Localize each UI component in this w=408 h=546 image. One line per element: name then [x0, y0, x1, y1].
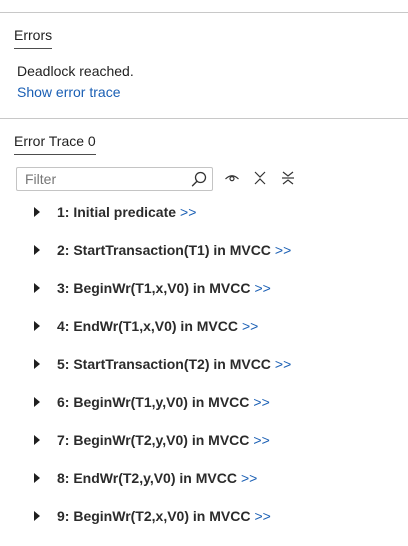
trace-item[interactable]: 9: BeginWr(T2,x,V0) in MVCC >> [0, 497, 408, 535]
expand-triangle-icon[interactable] [32, 358, 42, 370]
expand-triangle-icon[interactable] [32, 244, 42, 256]
trace-item-text: 5: StartTransaction(T2) in MVCC [57, 356, 271, 372]
expand-triangle-icon[interactable] [32, 396, 42, 408]
goto-source-link[interactable]: >> [242, 318, 258, 334]
collapse-icon[interactable] [252, 170, 268, 186]
trace-item[interactable]: 5: StartTransaction(T2) in MVCC >> [0, 345, 408, 383]
goto-source-link[interactable]: >> [254, 508, 270, 524]
trace-item-label: 1: Initial predicate >> [57, 204, 196, 220]
trace-item-text: 2: StartTransaction(T1) in MVCC [57, 242, 271, 258]
trace-item-label: 8: EndWr(T2,y,V0) in MVCC >> [57, 470, 257, 486]
trace-item-label: 4: EndWr(T1,x,V0) in MVCC >> [57, 318, 258, 334]
expand-triangle-icon[interactable] [32, 282, 42, 294]
trace-item-text: 7: BeginWr(T2,y,V0) in MVCC [57, 432, 250, 448]
goto-source-link[interactable]: >> [253, 394, 269, 410]
trace-item-text: 3: BeginWr(T1,x,V0) in MVCC [57, 280, 251, 296]
goto-source-link[interactable]: >> [275, 242, 291, 258]
trace-item[interactable]: 8: EndWr(T2,y,V0) in MVCC >> [0, 459, 408, 497]
trace-item[interactable]: 6: BeginWr(T1,y,V0) in MVCC >> [0, 383, 408, 421]
trace-item[interactable]: 1: Initial predicate >> [0, 193, 408, 231]
goto-source-link[interactable]: >> [180, 204, 196, 220]
show-error-trace-link[interactable]: Show error trace [17, 84, 120, 100]
trace-item[interactable]: 7: BeginWr(T2,y,V0) in MVCC >> [0, 421, 408, 459]
goto-source-link[interactable]: >> [275, 356, 291, 372]
trace-item-label: 9: BeginWr(T2,x,V0) in MVCC >> [57, 508, 271, 524]
expand-triangle-icon[interactable] [32, 434, 42, 446]
errors-heading: Errors [14, 27, 53, 49]
trace-item-label: 7: BeginWr(T2,y,V0) in MVCC >> [57, 432, 270, 448]
expand-triangle-icon[interactable] [32, 510, 42, 522]
trace-item-label: 6: BeginWr(T1,y,V0) in MVCC >> [57, 394, 270, 410]
expand-triangle-icon[interactable] [32, 320, 42, 332]
trace-item-label: 5: StartTransaction(T2) in MVCC >> [57, 356, 291, 372]
error-trace-heading: Error Trace 0 [14, 133, 96, 155]
hide-vars-icon[interactable] [280, 170, 296, 186]
trace-item-text: 6: BeginWr(T1,y,V0) in MVCC [57, 394, 250, 410]
error-panel: Errors Deadlock reached. Show error trac… [0, 0, 408, 546]
trace-tree: 1: Initial predicate >> 2: StartTransactio… [0, 193, 408, 535]
section-divider [0, 118, 408, 119]
trace-item-text: 4: EndWr(T1,x,V0) in MVCC [57, 318, 238, 334]
error-message: Deadlock reached. [17, 63, 134, 79]
top-divider [0, 12, 408, 13]
filter-input[interactable] [17, 168, 187, 190]
filter-field[interactable] [16, 167, 213, 191]
expand-triangle-icon[interactable] [32, 472, 42, 484]
goto-source-link[interactable]: >> [253, 432, 269, 448]
trace-item[interactable]: 4: EndWr(T1,x,V0) in MVCC >> [0, 307, 408, 345]
goto-source-link[interactable]: >> [241, 470, 257, 486]
trace-item[interactable]: 2: StartTransaction(T1) in MVCC >> [0, 231, 408, 269]
trace-item-text: 9: BeginWr(T2,x,V0) in MVCC [57, 508, 251, 524]
eye-icon[interactable] [224, 170, 240, 186]
expand-triangle-icon[interactable] [32, 206, 42, 218]
trace-item-text: 1: Initial predicate [57, 204, 177, 220]
trace-item-text: 8: EndWr(T2,y,V0) in MVCC [57, 470, 237, 486]
trace-item-label: 3: BeginWr(T1,x,V0) in MVCC >> [57, 280, 271, 296]
trace-item[interactable]: 3: BeginWr(T1,x,V0) in MVCC >> [0, 269, 408, 307]
trace-item-label: 2: StartTransaction(T1) in MVCC >> [57, 242, 291, 258]
search-icon[interactable] [191, 171, 207, 187]
goto-source-link[interactable]: >> [254, 280, 270, 296]
